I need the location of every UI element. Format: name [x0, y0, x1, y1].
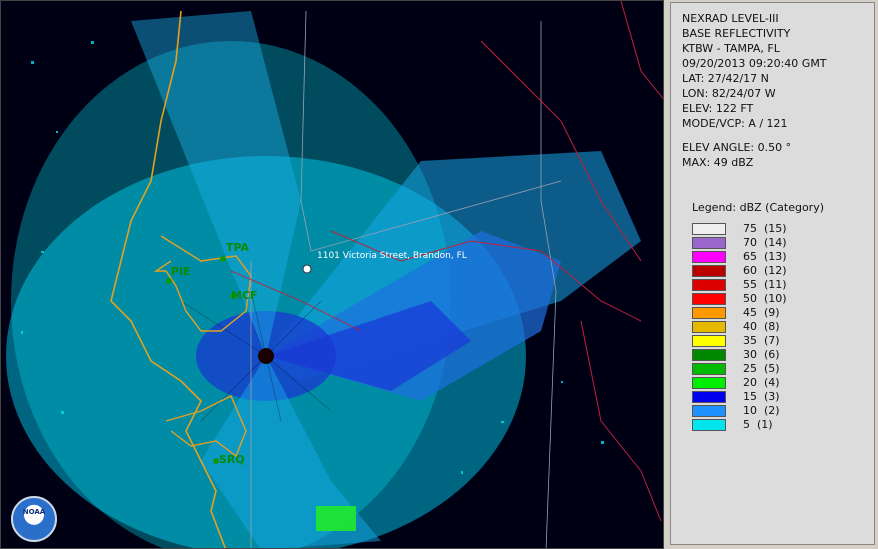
legend-label: 45 (9) — [743, 306, 780, 319]
info-lat: LAT: 27/42/17 N — [682, 72, 769, 85]
legend-swatch — [692, 265, 726, 277]
info-mode: MODE/VCP: A / 121 — [682, 117, 788, 130]
legend-label: 25 (5) — [743, 362, 780, 375]
info-datetime: 09/20/2013 09:20:40 GMT — [682, 57, 827, 70]
legend-label: 30 (6) — [743, 348, 780, 361]
legend-swatch — [692, 293, 726, 305]
legend-swatch — [692, 307, 726, 319]
legend-swatch — [692, 419, 726, 431]
legend-label: 70 (14) — [743, 236, 787, 249]
info-station: KTBW - TAMPA, FL — [682, 42, 780, 55]
legend-swatch — [692, 391, 726, 403]
noaa-logo-text: NOAA — [22, 508, 46, 516]
legend-swatch — [692, 377, 726, 389]
legend-label: 20 (4) — [743, 376, 780, 389]
legend-swatch — [692, 237, 726, 249]
legend-swatch — [692, 363, 726, 375]
legend-swatch — [692, 223, 726, 235]
info-panel: NEXRAD LEVEL-III BASE REFLECTIVITY KTBW … — [670, 2, 875, 545]
city-label-srq: SRQ — [219, 453, 245, 466]
radar-map[interactable]: TPA PIE MCF SRQ 1101 Victoria Street, Br… — [0, 0, 664, 549]
legend-label: 15 (3) — [743, 390, 780, 403]
legend-label: 60 (12) — [743, 264, 787, 277]
noaa-logo-icon: NOAA — [11, 496, 57, 542]
legend-label: 55 (11) — [743, 278, 787, 291]
city-label-pie: PIE — [171, 265, 191, 278]
legend-swatch — [692, 321, 726, 333]
location-marker-icon — [302, 264, 312, 274]
legend-label: 65 (13) — [743, 250, 787, 263]
info-elev-angle: ELEV ANGLE: 0.50 ° — [682, 141, 792, 154]
legend-label: 75 (15) — [743, 222, 787, 235]
info-type: BASE REFLECTIVITY — [682, 27, 791, 40]
info-lon: LON: 82/24/07 W — [682, 87, 776, 100]
legend-swatch — [692, 335, 726, 347]
legend-label: 35 (7) — [743, 334, 780, 347]
location-marker-label: 1101 Victoria Street, Brandon, FL — [317, 251, 467, 261]
city-label-mcf: MCF — [231, 289, 258, 302]
legend-label: 5 (1) — [743, 418, 773, 431]
legend-label: 40 (8) — [743, 320, 780, 333]
radar-image — [6, 1, 663, 548]
city-label-tpa: TPA — [226, 241, 250, 254]
info-product: NEXRAD LEVEL-III — [682, 12, 779, 25]
legend-swatch — [692, 405, 726, 417]
legend-swatch — [692, 349, 726, 361]
legend-swatch — [692, 251, 726, 263]
legend-swatch — [692, 279, 726, 291]
legend-title: Legend: dBZ (Category) — [692, 201, 824, 214]
info-max: MAX: 49 dBZ — [682, 156, 754, 169]
legend-label: 10 (2) — [743, 404, 780, 417]
legend-label: 50 (10) — [743, 292, 787, 305]
info-elev: ELEV: 122 FT — [682, 102, 754, 115]
